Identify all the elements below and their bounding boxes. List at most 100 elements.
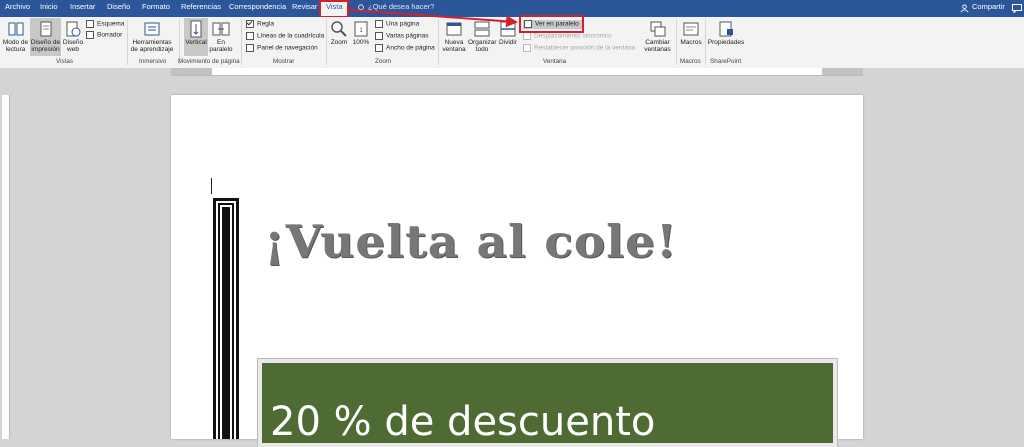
ruler-right-margin <box>822 68 863 75</box>
properties-icon <box>719 21 733 37</box>
comment-icon[interactable] <box>1012 4 1022 13</box>
decorative-stripes <box>213 198 239 439</box>
multiple-pages-button[interactable]: Varias páginas <box>375 32 429 41</box>
side-to-side-button[interactable]: En paralelo <box>209 20 233 53</box>
macros-icon <box>683 22 699 36</box>
group-separator <box>241 19 242 65</box>
macros-label: Macros <box>680 39 702 46</box>
vertical-ruler[interactable] <box>2 95 10 439</box>
sync-scroll-button[interactable]: Desplazamiento sincrónico <box>523 32 612 41</box>
split-label: Dividir <box>498 39 518 46</box>
group-label-ventana: Ventana <box>543 58 567 65</box>
print-layout-button[interactable]: Diseño de impresión <box>30 18 61 56</box>
text-cursor <box>211 178 212 194</box>
highlight-vista-tab <box>319 0 349 18</box>
nav-pane-label: Panel de navegación <box>257 44 318 52</box>
ruler-check-icon <box>246 20 254 28</box>
tab-diseno[interactable]: Diseño <box>107 2 130 11</box>
tab-referencias[interactable]: Referencias <box>181 2 221 11</box>
document-page[interactable]: ¡Vuelta al cole! 20 % de descuento <box>171 95 863 447</box>
hundred-percent-button[interactable]: 1 100% <box>351 20 371 46</box>
ruler-left-margin <box>171 68 212 75</box>
new-window-icon <box>446 22 462 36</box>
arrange-all-button[interactable]: Organizar todo <box>468 20 497 53</box>
ruler-label: Regla <box>257 20 274 28</box>
hundred-percent-label: 100% <box>352 39 370 46</box>
outline-button[interactable]: Esquema <box>86 20 124 29</box>
chalkboard-banner: 20 % de descuento <box>258 359 837 447</box>
tab-correspondencia[interactable]: Correspondencia <box>229 2 286 11</box>
group-label-inmersivo: Inmersivo <box>139 58 167 65</box>
one-page-icon <box>375 20 383 28</box>
horizontal-ruler[interactable] <box>0 68 1024 76</box>
lightbulb-icon <box>358 4 364 11</box>
switch-windows-button[interactable]: Cambiar ventanas <box>641 20 674 53</box>
outline-label: Esquema <box>97 20 125 28</box>
learning-tools-icon <box>144 22 160 36</box>
reset-position-label: Restablecer posición de la ventana <box>534 44 636 52</box>
ruler-strip <box>171 68 863 76</box>
properties-button[interactable]: Propiedades <box>707 20 745 46</box>
tab-revisar[interactable]: Revisar <box>292 2 317 11</box>
zoom-button[interactable]: Zoom <box>329 20 349 46</box>
print-layout-label: Diseño de impresión <box>30 39 61 53</box>
ruler-checkbox[interactable]: Regla <box>246 20 274 29</box>
new-window-button[interactable]: Nueva ventana <box>441 20 467 53</box>
tab-archivo[interactable]: Archivo <box>5 2 30 11</box>
one-page-button[interactable]: Una página <box>375 20 419 29</box>
macros-button[interactable]: Macros <box>679 20 703 46</box>
highlight-side-by-side <box>519 15 584 33</box>
learning-tools-button[interactable]: Herramientas de aprendizaje <box>130 20 174 53</box>
zoom-label: Zoom <box>330 39 348 46</box>
read-mode-button[interactable]: Modo de lectura <box>2 20 29 53</box>
draft-button[interactable]: Borrador <box>86 31 122 40</box>
tab-insertar[interactable]: Insertar <box>70 2 95 11</box>
ribbon-panel: Modo de lectura Diseño de impresión Dise… <box>0 17 1024 69</box>
group-label-macros: Macros <box>680 58 701 65</box>
group-label-movimiento: Movimiento de página <box>178 58 240 65</box>
page-width-button[interactable]: Ancho de página <box>375 44 435 53</box>
split-button[interactable]: Dividir <box>498 20 518 46</box>
group-separator <box>676 19 677 65</box>
multiple-pages-label: Varias páginas <box>386 32 429 40</box>
read-mode-label: Modo de lectura <box>2 39 29 53</box>
ribbon-tab-bar: Archivo Inicio Insertar Diseño Formato R… <box>0 0 1024 17</box>
share-button[interactable]: Compartir <box>972 2 1005 11</box>
web-layout-button[interactable]: Diseño web <box>62 20 84 53</box>
share-person-icon <box>960 4 969 13</box>
magnifier-icon <box>331 21 347 37</box>
nav-pane-checkbox[interactable]: Panel de navegación <box>246 44 318 53</box>
switch-windows-icon <box>650 21 665 37</box>
banner-text: 20 % de descuento <box>270 399 656 445</box>
new-window-label: Nueva ventana <box>442 39 466 53</box>
group-label-zoom: Zoom <box>375 58 392 65</box>
gridlines-check-icon <box>246 32 254 40</box>
tab-formato[interactable]: Formato <box>142 2 170 11</box>
gridlines-label: Líneas de la cuadrícula <box>257 32 325 40</box>
tab-inicio[interactable]: Inicio <box>40 2 58 11</box>
nav-pane-check-icon <box>246 44 254 52</box>
group-separator <box>127 19 128 65</box>
multiple-pages-icon <box>375 32 383 40</box>
one-page-label: Una página <box>386 20 420 28</box>
draft-label: Borrador <box>97 31 123 39</box>
arrange-all-icon <box>474 21 490 37</box>
page-width-label: Ancho de página <box>386 44 435 52</box>
gridlines-checkbox[interactable]: Líneas de la cuadrícula <box>246 32 324 41</box>
side-to-side-icon <box>212 22 230 36</box>
sync-scroll-icon <box>523 32 531 40</box>
arrange-all-label: Organizar todo <box>468 39 497 53</box>
hundred-percent-icon: 1 <box>354 21 368 37</box>
switch-windows-label: Cambiar ventanas <box>644 39 671 53</box>
group-label-mostrar: Mostrar <box>273 58 295 65</box>
reset-position-button[interactable]: Restablecer posición de la ventana <box>523 44 635 53</box>
vertical-label: Vertical <box>185 39 207 46</box>
vertical-scroll-icon <box>190 20 202 38</box>
vertical-button[interactable]: Vertical <box>184 18 208 56</box>
learning-tools-label: Herramientas de aprendizaje <box>130 39 174 53</box>
group-label-vistas: Vistas <box>56 58 74 65</box>
group-separator <box>438 19 439 65</box>
outline-icon <box>86 20 94 28</box>
group-label-sharepoint: SharePoint <box>710 58 742 65</box>
tell-me-search[interactable]: ¿Qué desea hacer? <box>368 2 434 11</box>
